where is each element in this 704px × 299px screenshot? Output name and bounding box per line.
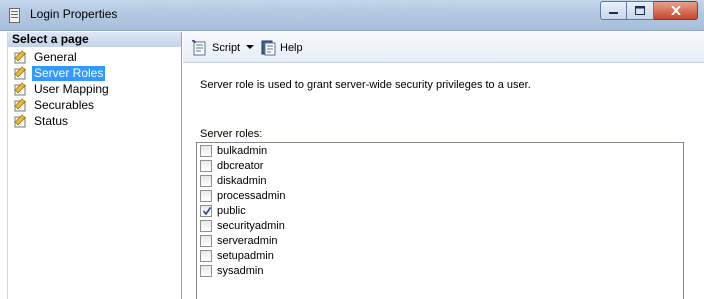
role-name: serveradmin [217, 234, 278, 247]
wrench-page-icon [14, 66, 26, 80]
role-checkbox[interactable] [200, 219, 212, 232]
role-name: securityadmin [217, 219, 285, 232]
role-row-processadmin[interactable]: processadmin [197, 188, 683, 203]
window-controls [600, 1, 698, 21]
checkmark-icon [202, 206, 212, 215]
role-row-sysadmin[interactable]: sysadmin [197, 263, 683, 278]
role-checkbox[interactable] [200, 159, 212, 172]
page-item-label: Securables [34, 97, 95, 112]
role-checkbox[interactable] [200, 144, 212, 157]
wrench-page-icon [14, 50, 26, 64]
wrench-page-icon [14, 114, 26, 128]
maximize-button[interactable] [627, 1, 654, 20]
role-name: public [217, 204, 246, 217]
page-item-label: User Mapping [34, 81, 109, 96]
role-checkbox[interactable] [200, 234, 212, 247]
background-window-title: Microsoft SQL Server Management Studio (… [150, 5, 458, 19]
toolbar: Script Help [183, 32, 704, 63]
help-label: Help [280, 41, 303, 54]
page-item-user-mapping[interactable]: User Mapping [8, 81, 181, 97]
script-button[interactable]: Script [191, 39, 240, 56]
role-checkbox[interactable] [200, 249, 212, 262]
role-row-serveradmin[interactable]: serveradmin [197, 233, 683, 248]
page-item-status[interactable]: Status [8, 113, 181, 129]
role-checkbox[interactable] [200, 189, 212, 202]
role-row-dbcreator[interactable]: dbcreator [197, 158, 683, 173]
role-name: dbcreator [217, 159, 264, 172]
role-row-public[interactable]: public [197, 203, 683, 218]
role-checkbox[interactable] [200, 264, 212, 277]
page-item-label: Status [34, 113, 69, 128]
server-roles-label: Server roles: [200, 128, 263, 140]
page-list: General Server Roles User Mapping Secura… [8, 49, 181, 129]
page-item-label: Server Roles [32, 65, 106, 81]
maximize-icon [635, 6, 645, 15]
help-button[interactable]: Help [261, 39, 303, 56]
role-name: sysadmin [217, 264, 264, 277]
wrench-page-icon [14, 82, 26, 96]
page-item-server-roles[interactable]: Server Roles [8, 65, 181, 81]
close-button[interactable] [654, 1, 698, 20]
minimize-icon [609, 12, 618, 14]
help-icon [261, 40, 276, 55]
role-checkbox[interactable] [200, 174, 212, 187]
role-row-securityadmin[interactable]: securityadmin [197, 218, 683, 233]
page-description: Server role is used to grant server-wide… [200, 79, 531, 91]
role-name: setupadmin [217, 249, 274, 262]
minimize-button[interactable] [600, 1, 627, 20]
page-item-securables[interactable]: Securables [8, 97, 181, 113]
wrench-page-icon [14, 98, 26, 112]
script-label: Script [212, 41, 241, 54]
server-roles-page: Server role is used to grant server-wide… [183, 64, 704, 299]
role-row-bulkadmin[interactable]: bulkadmin [197, 143, 683, 158]
select-page-pane: Select a page General Server Roles User … [7, 32, 182, 299]
page-item-general[interactable]: General [8, 49, 181, 65]
role-row-setupadmin[interactable]: setupadmin [197, 248, 683, 263]
page-item-label: General [34, 49, 77, 64]
server-roles-list[interactable]: bulkadmin dbcreator diskadmin processadm… [196, 142, 684, 299]
role-name: diskadmin [217, 174, 267, 187]
close-icon [670, 6, 681, 15]
role-name: bulkadmin [217, 144, 268, 157]
role-name: processadmin [217, 189, 286, 202]
title-bar[interactable]: Login Properties Microsoft SQL Server Ma… [0, 0, 704, 31]
role-checkbox-checked[interactable] [200, 204, 212, 217]
window-title: Login Properties [30, 7, 118, 21]
script-icon [191, 39, 206, 55]
role-row-diskadmin[interactable]: diskadmin [197, 173, 683, 188]
document-icon [9, 8, 20, 23]
script-dropdown-arrow-icon[interactable] [246, 45, 254, 49]
select-page-header: Select a page [8, 32, 181, 47]
